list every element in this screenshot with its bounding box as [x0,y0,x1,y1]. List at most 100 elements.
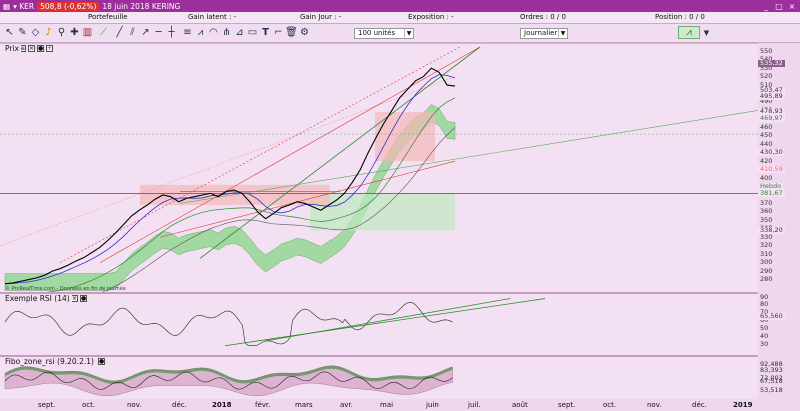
price-level-tag: 381,67 [758,189,785,198]
rsi-trend-line [224,298,546,347]
price-change-badge: 508,8 (-0,62%) [37,1,100,11]
price-tick-label: 330 [760,232,773,241]
pencil-icon[interactable]: ✎ [16,26,29,39]
maximize-icon[interactable]: □ [773,1,785,11]
time-tick-label: déc. [692,401,707,409]
ordres[interactable]: Ordres : 0 / 0 [520,13,566,21]
price-chart[interactable] [0,43,758,292]
rsi-value-tag: 65,560 [758,311,785,320]
price-tick-label: 310 [760,249,773,258]
long-trend-line [179,110,758,204]
time-tick-label: juin [426,401,439,409]
gain-jour: Gain Jour : - [300,13,342,21]
rsi-tick-label: 30 [760,339,769,348]
channel-icon[interactable]: ⫽ [126,26,139,39]
quantity-select[interactable]: 100 unités ▼ [354,28,414,39]
period-value: Journalier [524,29,558,37]
ticker-dropdown[interactable]: ▾ KER [13,2,34,11]
time-tick-label: 2019 [733,401,753,409]
trendline-icon[interactable]: ╱ [113,26,126,39]
price-tick-label: 350 [760,215,773,224]
period-select[interactable]: Journalier ▼ [520,28,568,39]
gain-latent: Gain latent : - [188,13,237,21]
fibo-chart[interactable] [0,357,758,399]
time-tick-label: mars [295,401,313,409]
price-axis: 5505405305205105004904804704604504404304… [758,43,800,292]
bell-icon[interactable]: ♪ [42,26,55,39]
chevron-down-icon: ▼ [558,29,567,38]
fibo-arc-icon[interactable]: ◠ [207,26,220,39]
window-title: 18 juin 2018 KERING [102,1,181,11]
time-tick-label: 2018 [212,401,232,409]
moving-average-blue [4,74,456,285]
price-tick-label: 280 [760,275,773,284]
time-tick-label: nov. [127,401,142,409]
fibo-value-tag: 67,518 [760,376,783,385]
time-tick-label: mai [380,401,394,409]
time-tick-label: août [512,401,528,409]
window-title-bar: ▦ ▾ KER 508,8 (-0,62%) 18 juin 2018 KERI… [0,0,800,12]
price-level-tag: 535,32 [758,59,785,68]
rsi-panel-label: Exemple RSI (14) [3,294,72,303]
price-tick-label: 360 [760,207,773,216]
rsi-line [4,301,453,347]
rsi-tick-label: 50 [760,323,769,332]
app-icon: ▦ [3,1,11,11]
fibo-axis: 92,488 83,393 72,002 67,518 53,518 [758,355,800,399]
time-tick-label: déc. [172,401,187,409]
vline-icon[interactable]: ┼ [165,26,178,39]
time-tick-label: sept. [558,401,576,409]
rsi-axis: 9080706050403065,560 [758,292,800,355]
fibo-zone-band [4,365,453,397]
price-tick-label: 370 [760,198,773,207]
time-tick-label: févr. [255,401,271,409]
drawing-toolbar: ↖ ✎ ◇ ♪ ⚲ ✚ ▥ ⟋ ╱ ⫽ ↗ ─ ┼ ≡ ⩘ ◠ ⋔ ⊿ ▭ T … [0,24,800,43]
close-icon[interactable]: × [786,1,798,11]
fibo-panel-label: Fibo_zone_rsi (9.20.2.1) [3,357,96,366]
price-tick-label: 300 [760,258,773,267]
bars-icon[interactable]: ▥ [81,26,94,39]
price-level-tag: 338,20 [758,225,785,234]
hline-icon[interactable]: ─ [152,26,165,39]
time-tick-label: avr. [340,401,353,409]
fibo-retracement-icon[interactable]: ≡ [181,26,194,39]
mini-chart-dropdown-icon[interactable]: ▼ [700,26,713,39]
minimize-icon[interactable]: _ [760,1,772,11]
rsi-chart[interactable] [0,294,758,355]
text-icon[interactable]: T [259,26,272,39]
cloud-projection-band [310,193,455,231]
brush-icon[interactable]: ⌐ [272,26,285,39]
price-tick-label: 420 [760,156,773,165]
price-tick-label: 550 [760,46,773,55]
line-icon[interactable]: ⟋ [97,26,110,39]
price-tick-label: 290 [760,266,773,275]
time-axis: sept. oct. nov. déc. 2018 févr. mars avr. mai jui… [0,399,800,411]
eraser-icon[interactable]: ◇ [29,26,42,39]
time-tick-label: oct. [82,401,96,409]
price-panel-label: Prix [3,44,21,53]
crosshair-icon[interactable]: ✚ [68,26,81,39]
zoom-icon[interactable]: ⚲ [55,26,68,39]
cursor-icon[interactable]: ↖ [3,26,16,39]
portefeuille-menu[interactable]: Portefeuille [88,13,128,21]
settings-icon[interactable]: ⚙ [298,26,311,39]
rectangle-icon[interactable]: ▭ [246,26,259,39]
price-tick-label: 400 [760,173,773,182]
rsi-trend-line-2 [264,298,511,342]
price-tick-label: 440 [760,139,773,148]
price-line [4,67,456,285]
quantity-value: 100 unités [358,29,396,37]
position[interactable]: Position : 0 / 0 [655,13,705,21]
price-level-tag: 469,97 [758,114,785,123]
price-tick-label: 450 [760,131,773,140]
time-tick-label: nov. [647,401,662,409]
gann-icon[interactable]: ⊿ [233,26,246,39]
mini-chart-icon[interactable]: ⩘ [678,26,700,39]
trash-icon[interactable]: 🗑 [285,26,298,39]
fibo-fan-icon[interactable]: ⩘ [194,26,207,39]
ray-icon[interactable]: ↗ [139,26,152,39]
price-tick-label: 520 [760,72,773,81]
chevron-down-icon: ▼ [404,29,413,38]
pitchfork-icon[interactable]: ⋔ [220,26,233,39]
account-bar: Portefeuille Gain latent : - Gain Jour :… [0,12,800,24]
